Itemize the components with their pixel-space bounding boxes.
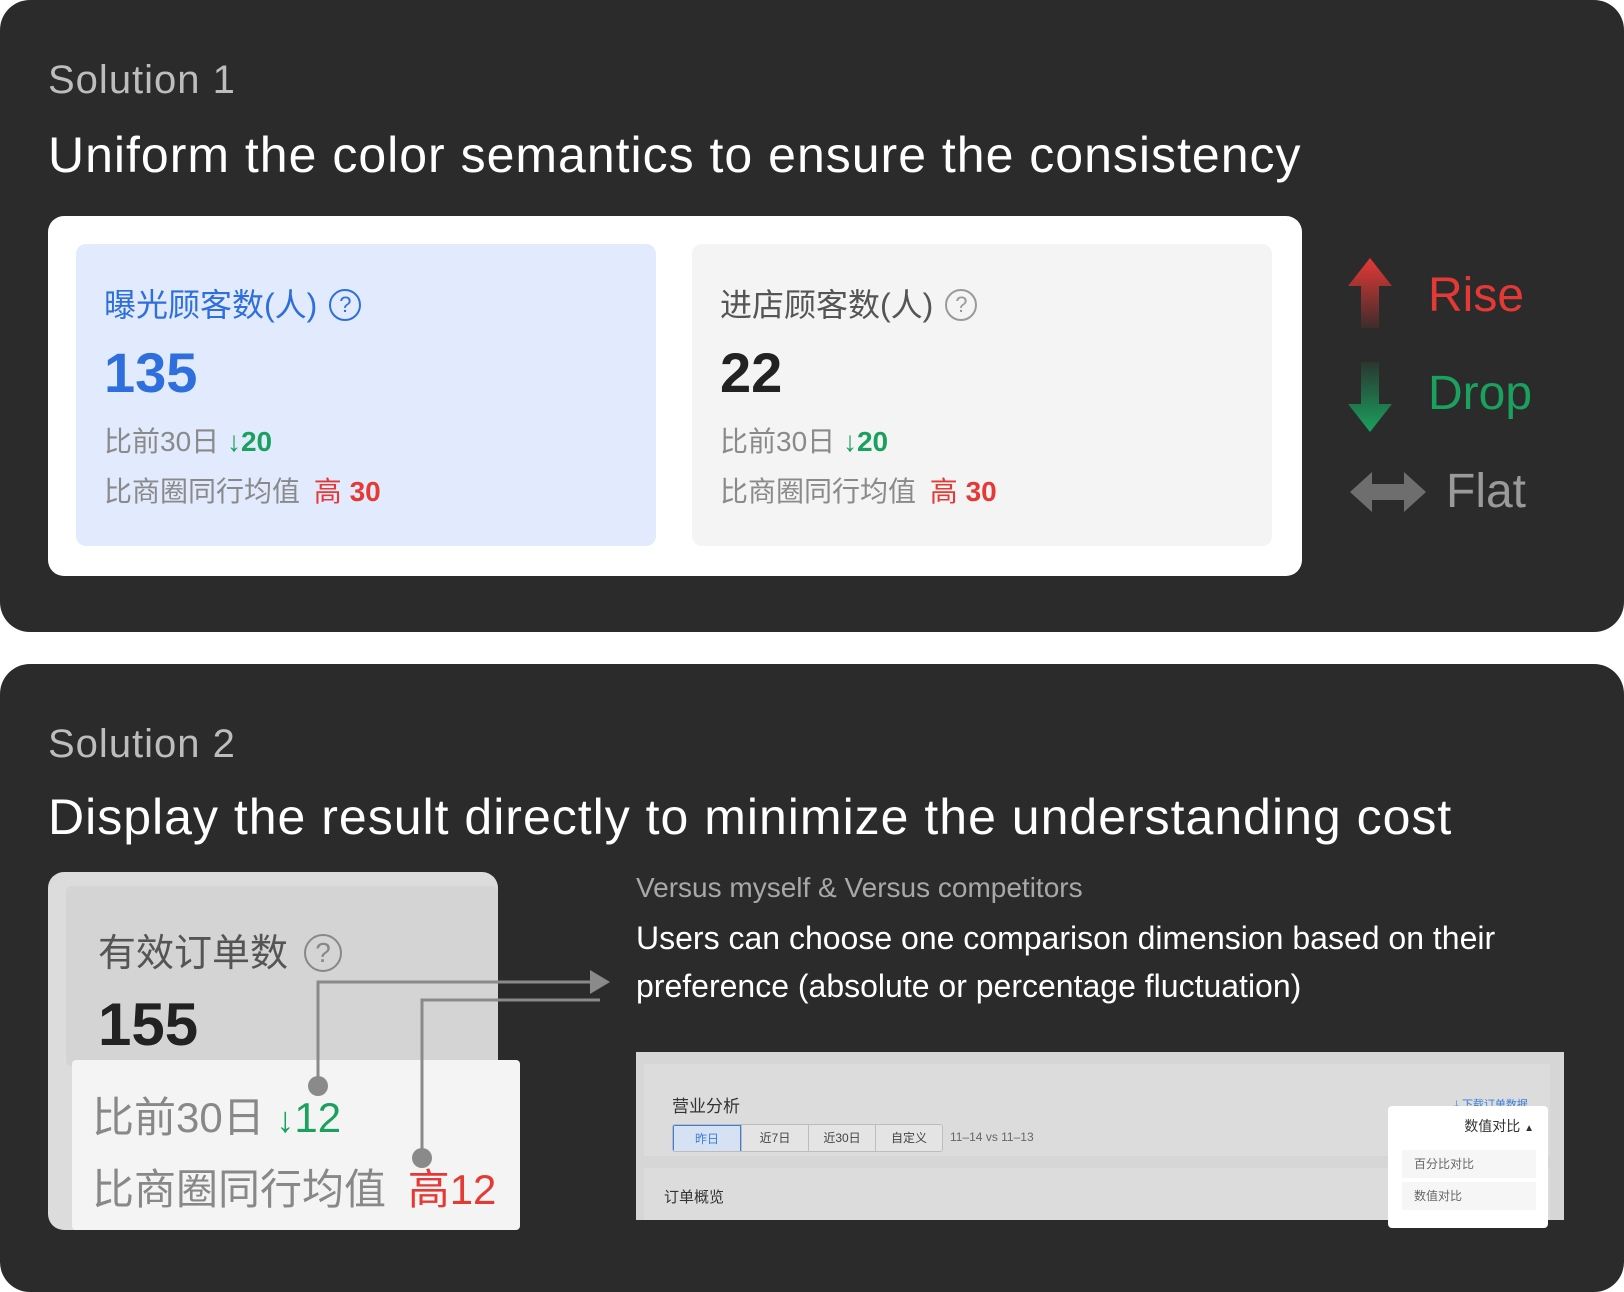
caret-up-icon: ▲: [1524, 1123, 1534, 1134]
compare-label: 比商圈同行均值: [104, 476, 301, 507]
compare-mode-selected[interactable]: 数值对比 ▲: [1464, 1116, 1534, 1136]
solution-1-label: Solution 1: [48, 58, 236, 102]
metric-title-text: 进店顾客数(人): [720, 287, 934, 323]
compare-mode-selected-label: 数值对比: [1464, 1118, 1521, 1134]
compare-mode-dropdown[interactable]: 数值对比 ▲ 百分比对比 数值对比: [1388, 1106, 1548, 1228]
compare-label: 比前30日: [720, 426, 836, 457]
dropdown-option-percentage[interactable]: 百分比对比: [1402, 1150, 1536, 1178]
compare-previous-30-days: 比前30日 ↓20: [720, 420, 888, 460]
compare-district-average: 比商圈同行均值 高 30: [720, 470, 997, 510]
metric-cards-container: 曝光顾客数(人)? 135 比前30日 ↓20 比商圈同行均值 高 30 进店顾…: [48, 216, 1302, 576]
metric-card-title: 进店顾客数(人)?: [720, 280, 978, 326]
business-analysis-title: 营业分析: [672, 1097, 740, 1116]
solution-1-panel: Solution 1 Uniform the color semantics t…: [0, 0, 1624, 632]
metric-card-exposure[interactable]: 曝光顾客数(人)? 135 比前30日 ↓20 比商圈同行均值 高 30: [76, 244, 656, 546]
metric-value: 135: [104, 341, 198, 404]
compare-label: 比前30日: [104, 426, 220, 457]
solution-2-panel: Solution 2 Display the result directly t…: [0, 664, 1624, 1292]
down-arrow-icon: ↓: [226, 426, 241, 457]
help-icon[interactable]: ?: [945, 288, 978, 321]
flat-label: Flat: [1446, 465, 1527, 518]
higher-tag: 高: [313, 476, 342, 507]
down-arrow-icon: ↓: [842, 426, 857, 457]
date-compare-range: 11–14 vs 11–13: [950, 1130, 1034, 1144]
compare-value: 30: [965, 476, 997, 507]
tab-last-30-days[interactable]: 近30日: [808, 1125, 875, 1151]
rise-label: Rise: [1428, 269, 1525, 322]
drop-label: Drop: [1428, 367, 1533, 420]
solution-1-heading: Uniform the color semantics to ensure th…: [48, 127, 1302, 183]
compare-value: 20: [240, 426, 273, 457]
metric-value: 22: [720, 341, 783, 404]
versus-description: Users can choose one comparison dimensio…: [636, 920, 1496, 1004]
order-overview-title: 订单概览: [664, 1189, 725, 1206]
compare-value: 30: [349, 476, 381, 507]
tab-last-7-days[interactable]: 近7日: [741, 1125, 808, 1151]
dropdown-option-value[interactable]: 数值对比: [1402, 1182, 1536, 1210]
metric-card-store-visitors[interactable]: 进店顾客数(人)? 22 比前30日 ↓20 比商圈同行均值 高 30: [692, 244, 1272, 546]
metric-title-text: 曝光顾客数(人): [104, 287, 318, 323]
versus-subtitle: Versus myself & Versus competitors: [636, 872, 1083, 903]
higher-tag: 高: [929, 476, 958, 507]
drop-arrow-icon: [1348, 362, 1392, 432]
compare-label: 比商圈同行均值: [720, 476, 917, 507]
date-range-tabs: 昨日 近7日 近30日 自定义: [672, 1124, 943, 1152]
help-icon[interactable]: ?: [329, 288, 362, 321]
tab-yesterday[interactable]: 昨日: [673, 1125, 741, 1151]
compare-value: 20: [856, 426, 889, 457]
flat-arrow-icon: [1350, 472, 1426, 512]
metric-card-title: 曝光顾客数(人)?: [104, 280, 362, 326]
compare-district-average: 比商圈同行均值 高 30: [104, 470, 381, 510]
tab-custom[interactable]: 自定义: [875, 1125, 942, 1151]
rise-arrow-icon: [1348, 258, 1392, 328]
compare-previous-30-days: 比前30日 ↓20: [104, 420, 272, 460]
